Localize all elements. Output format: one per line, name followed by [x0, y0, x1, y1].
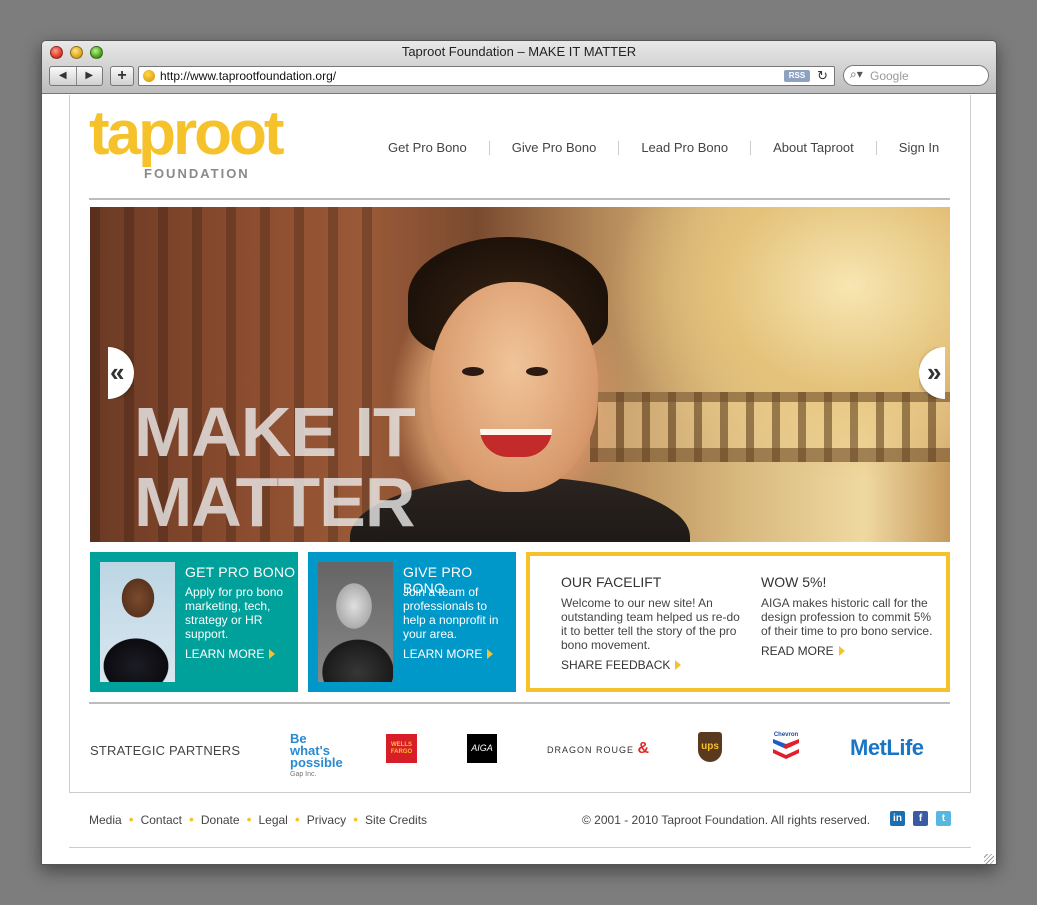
search-icon[interactable]: ⌕▾	[850, 67, 863, 82]
chevron-logo[interactable]: Chevron	[773, 732, 799, 764]
read-more-link[interactable]: READ MORE	[761, 644, 941, 658]
address-bar[interactable]: http://www.taprootfoundation.org/ RSS ↻	[138, 66, 835, 86]
give-pro-bono-card[interactable]: GIVE PRO BONO Join a team of professiona…	[308, 552, 516, 692]
main-nav: Get Pro Bono Give Pro Bono Lead Pro Bono…	[372, 141, 939, 155]
web-page: taproot FOUNDATION Get Pro Bono Give Pro…	[42, 95, 996, 864]
url-text[interactable]: http://www.taprootfoundation.org/	[160, 69, 336, 83]
triangle-right-icon	[675, 660, 682, 670]
site-favicon-icon	[143, 70, 155, 82]
copyright-text: © 2001 - 2010 Taproot Foundation. All ri…	[582, 813, 871, 827]
nav-get-pro-bono[interactable]: Get Pro Bono	[372, 141, 490, 155]
hero-headline-line1: MAKE IT	[134, 393, 416, 471]
hero-headline-line2: MATTER	[134, 463, 415, 541]
give-pro-bono-learn-more[interactable]: LEARN MORE	[403, 647, 494, 661]
add-bookmark-button[interactable]: +	[110, 66, 134, 86]
header-divider	[89, 198, 950, 200]
get-pro-bono-card[interactable]: GET PRO BONO Apply for pro bono marketin…	[90, 552, 298, 692]
search-field[interactable]: ⌕▾ Google	[843, 65, 989, 86]
back-arrow-icon[interactable]: ◀	[50, 67, 77, 85]
nav-give-pro-bono[interactable]: Give Pro Bono	[490, 141, 620, 155]
partners-divider	[89, 702, 950, 704]
wells-fargo-logo[interactable]: WELLS FARGO	[386, 734, 417, 763]
get-pro-bono-title[interactable]: GET PRO BONO	[185, 564, 295, 580]
news-item-wow: WOW 5%! AIGA makes historic call for the…	[761, 574, 941, 658]
logo-wordmark: taproot	[89, 99, 285, 168]
partners-label: STRATEGIC PARTNERS	[90, 743, 241, 758]
nav-lead-pro-bono[interactable]: Lead Pro Bono	[619, 141, 752, 155]
footer-divider	[69, 847, 971, 848]
hero-face	[430, 282, 598, 492]
news-title: WOW 5%!	[761, 574, 827, 590]
footer-link-legal[interactable]: Legal	[258, 813, 287, 827]
footer-link-site-credits[interactable]: Site Credits	[365, 813, 427, 827]
hero-eye-left	[462, 367, 484, 376]
news-box: OUR FACELIFT Welcome to our new site! An…	[526, 552, 950, 692]
hero-skybridge	[590, 392, 950, 462]
reload-icon[interactable]: ↻	[817, 68, 828, 84]
news-text: Welcome to our new site! An outstanding …	[561, 596, 740, 652]
footer-links: Media • Contact • Donate • Legal • Privacy • …	[89, 811, 427, 827]
dragon-rouge-logo[interactable]: DRAGON ROUGE &	[547, 740, 650, 758]
hero-headline: MAKE IT MATTER	[134, 393, 416, 541]
footer-link-media[interactable]: Media	[89, 813, 122, 827]
triangle-right-icon	[269, 649, 276, 659]
search-placeholder: Google	[870, 69, 909, 83]
footer-link-privacy[interactable]: Privacy	[307, 813, 346, 827]
separator-dot-icon: •	[188, 811, 194, 827]
ups-logo[interactable]: ups	[698, 732, 722, 762]
resize-grip-icon[interactable]	[984, 854, 994, 864]
chevron-left-icon: «	[110, 357, 125, 387]
get-pro-bono-text: Apply for pro bono marketing, tech, stra…	[185, 585, 284, 641]
hero-eye-right	[526, 367, 548, 376]
give-pro-bono-photo	[318, 562, 393, 682]
triangle-right-icon	[838, 646, 845, 656]
facebook-icon[interactable]: f	[913, 811, 928, 826]
browser-window: Taproot Foundation – MAKE IT MATTER ◀ ▶ …	[41, 40, 997, 865]
gap-logo[interactable]: Be what's possible Gap Inc.	[290, 732, 343, 781]
metlife-logo[interactable]: MetLife	[850, 735, 924, 761]
news-text: AIGA makes historic call for the design …	[761, 596, 933, 638]
hero-banner[interactable]: MAKE IT MATTER	[90, 207, 950, 542]
taproot-logo[interactable]: taproot FOUNDATION	[89, 99, 304, 183]
separator-dot-icon: •	[128, 811, 134, 827]
footer-link-contact[interactable]: Contact	[141, 813, 182, 827]
footer-link-donate[interactable]: Donate	[201, 813, 240, 827]
get-pro-bono-photo	[100, 562, 175, 682]
nav-sign-in[interactable]: Sign In	[877, 141, 939, 155]
chevron-right-icon: »	[927, 357, 942, 387]
aiga-logo[interactable]: AIGA	[467, 734, 497, 763]
linkedin-icon[interactable]: in	[890, 811, 905, 826]
history-buttons: ◀ ▶	[49, 66, 103, 86]
give-pro-bono-text: Join a team of professionals to help a n…	[403, 585, 499, 641]
window-title: Taproot Foundation – MAKE IT MATTER	[401, 44, 637, 59]
news-item-facelift: OUR FACELIFT Welcome to our new site! An…	[561, 574, 741, 672]
logo-subtitle: FOUNDATION	[144, 166, 250, 181]
triangle-right-icon	[487, 649, 494, 659]
nav-about-taproot[interactable]: About Taproot	[751, 141, 877, 155]
forward-arrow-icon[interactable]: ▶	[77, 67, 103, 85]
get-pro-bono-learn-more[interactable]: LEARN MORE	[185, 647, 276, 661]
twitter-icon[interactable]: t	[936, 811, 951, 826]
share-feedback-link[interactable]: SHARE FEEDBACK	[561, 658, 741, 672]
separator-dot-icon: •	[246, 811, 252, 827]
news-title: OUR FACELIFT	[561, 574, 662, 590]
rss-icon[interactable]: RSS	[784, 70, 810, 82]
separator-dot-icon: •	[294, 811, 300, 827]
separator-dot-icon: •	[353, 811, 358, 827]
browser-toolbar: Taproot Foundation – MAKE IT MATTER ◀ ▶ …	[42, 41, 996, 94]
